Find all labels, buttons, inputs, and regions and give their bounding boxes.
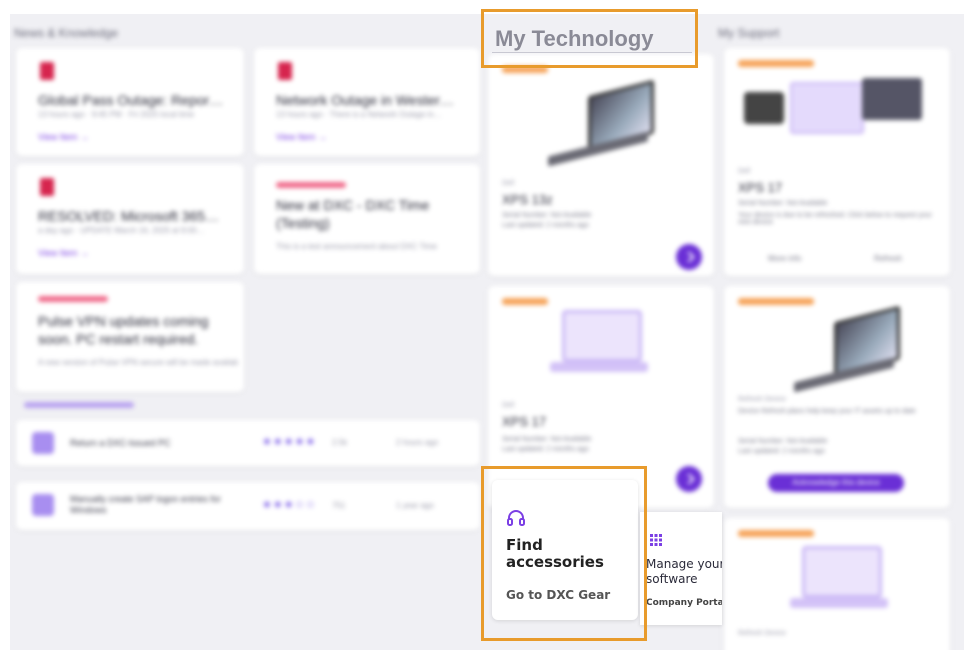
device-serial: Serial Number: Not Available — [738, 438, 828, 445]
rating-stars: ★★★★★ — [262, 436, 317, 448]
news-card[interactable]: Pulse VPN updates coming soon. PC restar… — [16, 282, 244, 392]
article-title: Return a DXC-Issued PC — [70, 438, 171, 448]
news-card[interactable]: Global Pass Outage: Repor… 13 hours ago … — [16, 48, 244, 156]
news-title: New at DXC - DXC Time (Testing) — [276, 197, 430, 231]
device-name: XPS 13z — [502, 192, 553, 207]
action-required-tag — [738, 60, 814, 67]
support-card[interactable]: Refresh Device Device Refresh plans help… — [724, 286, 950, 508]
highlight-box-accessories — [481, 466, 647, 641]
status-tag — [502, 298, 548, 305]
support-card[interactable]: Dell XPS 17 Serial Number: Not Available… — [724, 48, 950, 276]
announcement-tag — [276, 182, 346, 188]
article-row[interactable]: Manually create SAP logon entries for Wi… — [16, 482, 480, 530]
company-portal-link[interactable]: Company Portal — [646, 598, 722, 608]
device-name: XPS 17 — [502, 414, 547, 429]
news-meta: 13 hours ago · There is a Network Outage… — [276, 110, 442, 119]
news-view-link[interactable]: View Item → — [276, 132, 327, 142]
acknowledge-device-button[interactable]: Acknowledge this device — [768, 474, 904, 492]
device-updated: Last updated: 2 months ago — [502, 446, 589, 453]
action-required-tag — [738, 530, 814, 537]
devices-image — [744, 78, 924, 134]
article-age: 2 hours ago — [396, 438, 439, 447]
news-title: RESOLVED: Microsoft 365… — [38, 208, 220, 224]
article-views: 751 — [332, 501, 346, 510]
manage-software-card[interactable]: Manage your software Company Portal — [640, 512, 722, 625]
device-details-button[interactable] — [676, 466, 702, 492]
announcement-tag — [38, 296, 108, 302]
manage-software-title: Manage your software — [646, 557, 722, 586]
news-icon — [40, 62, 54, 80]
device-serial: Serial Number: Not Available — [502, 212, 592, 219]
device-updated: Last updated: 2 months ago — [738, 448, 825, 455]
device-name: XPS 17 — [738, 180, 783, 195]
news-title: Global Pass Outage: Repor… — [38, 92, 224, 108]
device-card[interactable]: Dell XPS 13z Serial Number: Not Availabl… — [488, 54, 714, 276]
news-view-link[interactable]: View Item → — [38, 132, 89, 142]
article-icon — [32, 494, 54, 516]
device-updated: Last updated: 2 months ago — [502, 222, 589, 229]
support-card[interactable]: Refresh Device — [724, 518, 950, 650]
support-note: Device Refresh plans help keep your IT a… — [738, 408, 916, 415]
article-icon — [32, 432, 54, 454]
news-meta: This is a test announcement about DXC Ti… — [276, 242, 437, 251]
article-views: 2.5k — [332, 438, 348, 447]
device-kind: Dell — [502, 402, 515, 409]
news-icon — [278, 62, 292, 80]
refresh-button[interactable]: Refresh — [874, 254, 902, 263]
device-serial: Serial Number: Not Available — [738, 200, 828, 207]
news-section-title: News & Knowledge — [14, 26, 119, 40]
device-kind: Refresh Device — [738, 396, 786, 403]
news-meta: A new version of Pulse VPN secure will b… — [38, 358, 238, 367]
device-serial: Serial Number: Not Available — [502, 436, 592, 443]
news-icon — [40, 178, 54, 196]
news-view-link[interactable]: View Item → — [38, 248, 89, 258]
device-details-button[interactable] — [676, 244, 702, 270]
news-card[interactable]: Network Outage in Wester… 13 hours ago ·… — [254, 48, 480, 156]
article-title: Manually create SAP logon entries for Wi… — [70, 494, 221, 515]
highlight-box-title — [481, 9, 698, 68]
news-card[interactable]: New at DXC - DXC Time (Testing) This is … — [254, 164, 480, 274]
article-age: 1 year ago — [396, 501, 434, 510]
news-card[interactable]: RESOLVED: Microsoft 365… a day ago · UPD… — [16, 164, 244, 274]
device-kind: Refresh Device — [738, 630, 786, 637]
device-kind: Dell — [738, 168, 751, 175]
device-kind: Dell — [502, 180, 515, 187]
grid-apps-icon — [650, 534, 662, 546]
news-meta: 13 hours ago · 9:45 PM · Fri 2025 local … — [38, 110, 195, 119]
article-row[interactable]: Return a DXC-Issued PC ★★★★★ 2.5k 2 hour… — [16, 420, 480, 466]
more-info-button[interactable]: More info — [768, 254, 801, 263]
action-required-tag — [738, 298, 814, 305]
news-title: Network Outage in Wester… — [276, 92, 454, 108]
recommended-label — [24, 402, 134, 408]
support-section-title: My Support — [718, 26, 780, 40]
support-note: Your device is due to be refreshed. Clic… — [738, 212, 932, 226]
news-title: Pulse VPN updates coming soon. PC restar… — [38, 313, 209, 347]
news-meta: a day ago · UPDATE March 16, 2025 at 9:0… — [38, 226, 205, 235]
rating-stars: ★★★☆☆ — [262, 499, 317, 511]
